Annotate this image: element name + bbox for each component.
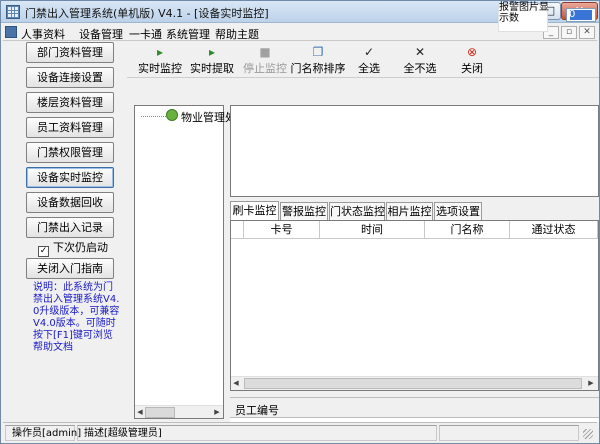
play-icon: ▸ bbox=[156, 45, 164, 59]
stop-monitor-tool-button[interactable]: ■ 停止监控 bbox=[241, 42, 289, 78]
photo-count-value: 0 bbox=[569, 9, 576, 20]
toolbar: ▸ 实时监控 ▸ 实时提取 ■ 停止监控 ❐ 门名称排序 ✓ 全选 ✕ 全不选 ⊗ 关闭 bbox=[127, 42, 599, 78]
table-scroll-thumb[interactable] bbox=[244, 378, 582, 389]
sort-door-tool-button[interactable]: ❐ 门名称排序 bbox=[290, 42, 346, 78]
status-description: 描述[超级管理员] bbox=[77, 425, 437, 441]
sort-door-label: 门名称排序 bbox=[290, 62, 346, 75]
menu-personnel[interactable]: 人事资料 bbox=[21, 26, 65, 42]
column-card-no[interactable]: 卡号 bbox=[244, 221, 320, 239]
startup-checkbox-row[interactable]: ✓ 下次仍启动 bbox=[38, 239, 108, 257]
select-all-tool-button[interactable]: ✓ 全选 bbox=[351, 42, 387, 78]
photo-count-input[interactable]: 0 bbox=[566, 8, 596, 22]
status-operator: 操作员[admin] bbox=[5, 425, 81, 441]
realtime-extract-label: 实时提取 bbox=[190, 62, 234, 75]
scroll-right-icon[interactable]: ▶ bbox=[586, 377, 596, 389]
menu-help[interactable]: 帮助主题 bbox=[215, 26, 259, 42]
sidebar: 部门资料管理 设备连接设置 楼层资料管理 员工资料管理 门禁权限管理 设备实时监… bbox=[3, 42, 125, 420]
photo-panel bbox=[230, 105, 599, 197]
access-records-button[interactable]: 门禁出入记录 bbox=[26, 217, 114, 238]
close-tool-button[interactable]: ⊗ 关闭 bbox=[454, 42, 490, 78]
stop-icon: ■ bbox=[259, 45, 271, 59]
column-time[interactable]: 时间 bbox=[320, 221, 425, 239]
realtime-monitor-tool-button[interactable]: ▸ 实时监控 bbox=[136, 42, 184, 78]
monitor-tabs: 刷卡监控 警报监控 门状态监控 相片监控 选项设置 bbox=[230, 201, 599, 220]
device-connection-button[interactable]: 设备连接设置 bbox=[26, 67, 114, 88]
tab-card-monitor[interactable]: 刷卡监控 bbox=[230, 201, 279, 220]
door-tree[interactable]: 物业管理处 ◀ ▶ bbox=[134, 105, 236, 419]
tab-options[interactable]: 选项设置 bbox=[434, 202, 482, 220]
tab-door-status[interactable]: 门状态监控 bbox=[329, 202, 385, 220]
realtime-extract-tool-button[interactable]: ▸ 实时提取 bbox=[188, 42, 236, 78]
card-swipe-table[interactable]: 卡号 时间 门名称 通过状态 ◀ ▶ bbox=[230, 220, 599, 391]
menu-system[interactable]: 系统管理 bbox=[166, 26, 210, 42]
tree-connector bbox=[141, 116, 166, 117]
scroll-left-icon[interactable]: ◀ bbox=[135, 406, 145, 418]
startup-checkbox[interactable]: ✓ bbox=[38, 246, 49, 257]
tab-alarm-monitor[interactable]: 警报监控 bbox=[280, 202, 328, 220]
main-window: 门禁出入管理系统(单机版) V4.1 - [设备实时监控] — □ ✕ 人事资料… bbox=[0, 0, 600, 444]
menu-device[interactable]: 设备管理 bbox=[79, 26, 123, 42]
close-circle-icon: ⊗ bbox=[466, 45, 478, 59]
dept-data-button[interactable]: 部门资料管理 bbox=[26, 42, 114, 63]
guide-note: 说明：此系统为门禁出入管理系统V4.0升级版本，可兼容V4.0版本。可随时按下[… bbox=[33, 282, 120, 353]
floor-data-button[interactable]: 楼层资料管理 bbox=[26, 92, 114, 113]
app-icon bbox=[6, 5, 20, 19]
access-permission-button[interactable]: 门禁权限管理 bbox=[26, 142, 114, 163]
employee-id-label: 员工编号 bbox=[235, 404, 279, 417]
photo-count-label: 报警图片显示数 bbox=[499, 2, 549, 24]
tree-horizontal-scrollbar[interactable]: ◀ ▶ bbox=[135, 405, 223, 418]
mdi-restore-button[interactable]: ▫ bbox=[561, 26, 577, 39]
scroll-left-icon[interactable]: ◀ bbox=[231, 377, 241, 389]
resize-grip-icon[interactable] bbox=[583, 429, 593, 439]
menu-card[interactable]: 一卡通 bbox=[129, 26, 162, 42]
row-indicator-header bbox=[231, 221, 244, 239]
employee-data-button[interactable]: 员工资料管理 bbox=[26, 117, 114, 138]
status-bar: 操作员[admin] 描述[超级管理员] bbox=[3, 422, 597, 442]
folder-icon bbox=[166, 109, 178, 121]
column-door-name[interactable]: 门名称 bbox=[425, 221, 510, 239]
play-icon: ▸ bbox=[208, 45, 216, 59]
realtime-monitor-button[interactable]: 设备实时监控 bbox=[26, 167, 114, 188]
close-guide-button[interactable]: 关闭入门指南 bbox=[26, 258, 114, 279]
table-header: 卡号 时间 门名称 通过状态 bbox=[231, 221, 598, 239]
realtime-monitor-label: 实时监控 bbox=[138, 62, 182, 75]
employee-panel: 员工编号 bbox=[230, 397, 599, 422]
status-empty-panel bbox=[439, 425, 579, 441]
select-none-tool-button[interactable]: ✕ 全不选 bbox=[399, 42, 441, 78]
tree-node-root[interactable]: 物业管理处 bbox=[181, 109, 236, 125]
tab-photo-monitor[interactable]: 相片监控 bbox=[386, 202, 433, 220]
select-all-label: 全选 bbox=[358, 62, 380, 75]
cross-icon: ✕ bbox=[414, 45, 426, 59]
column-pass-status[interactable]: 通过状态 bbox=[510, 221, 598, 239]
data-recovery-button[interactable]: 设备数据回收 bbox=[26, 192, 114, 213]
table-horizontal-scrollbar[interactable]: ◀ ▶ bbox=[231, 376, 598, 390]
window-title: 门禁出入管理系统(单机版) V4.1 - [设备实时监控] bbox=[25, 7, 269, 20]
startup-checkbox-label: 下次仍启动 bbox=[53, 241, 108, 254]
scroll-right-icon[interactable]: ▶ bbox=[212, 406, 222, 418]
check-icon: ✓ bbox=[363, 45, 375, 59]
select-none-label: 全不选 bbox=[403, 62, 437, 75]
mdi-close-button[interactable]: ✕ bbox=[579, 26, 595, 39]
close-tool-label: 关闭 bbox=[461, 62, 483, 75]
stop-monitor-label: 停止监控 bbox=[243, 62, 287, 75]
sort-icon: ❐ bbox=[312, 45, 324, 59]
tree-scroll-thumb[interactable] bbox=[145, 407, 175, 418]
mdi-child-icon[interactable] bbox=[5, 26, 17, 38]
